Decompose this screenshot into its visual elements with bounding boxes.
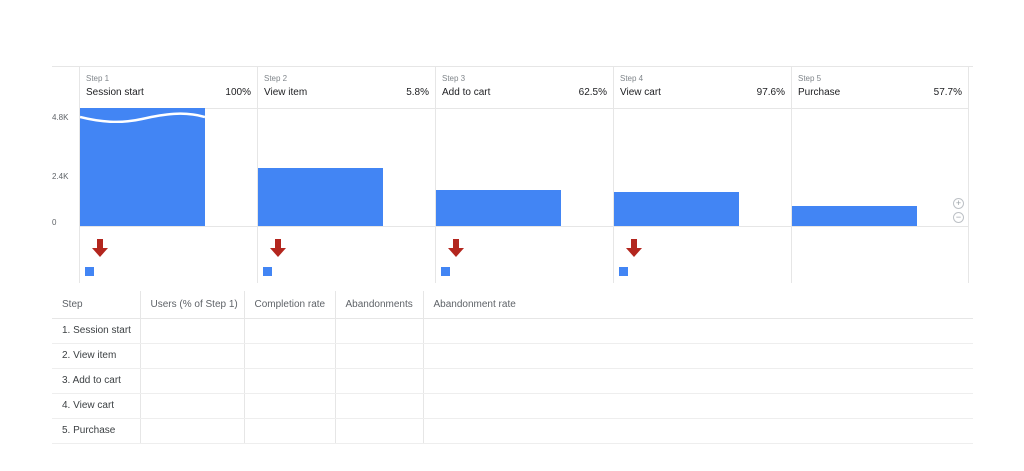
column-header[interactable]: Abandonment rate (422, 291, 973, 319)
step-plot (258, 109, 435, 227)
table-row[interactable]: 1. Session start (52, 318, 973, 344)
y-tick-label: 4.8K (52, 113, 69, 122)
step-header: Step 1 Session start 100% (80, 67, 257, 109)
step-rate: 57.7% (933, 87, 962, 98)
drop-off-area (436, 227, 613, 283)
step-rate: 100% (225, 87, 251, 98)
step-cell: 4. View cart (52, 393, 140, 419)
funnel-step-5[interactable]: Step 5 Purchase 57.7% (791, 67, 969, 283)
funnel-step-2[interactable]: Step 2 View item 5.8% (257, 67, 435, 283)
legend-swatch (441, 267, 450, 276)
step-cell: 2. View item (52, 343, 140, 369)
step-plot (80, 108, 257, 227)
step-rate: 5.8% (406, 87, 429, 98)
step-header: Step 4 View cart 97.6% (614, 67, 791, 109)
step-rate: 97.6% (756, 87, 785, 98)
step-name: Add to cart (442, 87, 491, 98)
drop-off-arrow-icon[interactable] (626, 239, 642, 257)
step-name: View item (264, 87, 308, 98)
drop-off-area (258, 227, 435, 283)
y-axis: 4.8K 2.4K 0 (52, 67, 79, 283)
funnel-table: Step Users (% of Step 1) Completion rate… (52, 291, 973, 444)
funnel-step-3[interactable]: Step 3 Add to cart 62.5% (435, 67, 613, 283)
column-header[interactable]: Abandonments (334, 291, 423, 319)
step-number: Step 3 (442, 74, 466, 83)
step-cell: 5. Purchase (52, 418, 140, 444)
step-number: Step 5 (798, 74, 822, 83)
drop-off-arrow-icon[interactable] (92, 239, 108, 257)
y-tick-label: 0 (52, 218, 57, 227)
column-header[interactable]: Step (52, 291, 140, 319)
drop-off-arrow-icon[interactable] (270, 239, 286, 257)
funnel-bar[interactable] (258, 168, 383, 226)
drop-off-arrow-icon[interactable] (448, 239, 464, 257)
y-tick-label: 2.4K (52, 172, 69, 181)
step-plot (436, 109, 613, 227)
step-name: View cart (620, 87, 661, 98)
legend-swatch (263, 267, 272, 276)
step-rate: 62.5% (578, 87, 607, 98)
step-name: Session start (86, 87, 144, 98)
axis-break-wave-icon (80, 112, 205, 123)
drop-off-area (80, 227, 257, 283)
step-header: Step 2 View item 5.8% (258, 67, 435, 109)
legend-swatch (85, 267, 94, 276)
table-row[interactable]: 3. Add to cart (52, 368, 973, 394)
table-header-row: Step Users (% of Step 1) Completion rate… (52, 291, 973, 319)
drop-off-area (792, 227, 968, 283)
step-number: Step 1 (86, 74, 110, 83)
step-cell: 1. Session start (52, 318, 140, 344)
step-number: Step 2 (264, 74, 288, 83)
funnel-chart: 4.8K 2.4K 0 Step 1 Session start 100% St… (52, 66, 973, 283)
step-plot (792, 109, 968, 227)
zoom-in-icon[interactable]: + (953, 198, 964, 209)
legend-swatch (619, 267, 628, 276)
table-row[interactable]: 4. View cart (52, 393, 973, 419)
zoom-out-icon[interactable]: − (953, 212, 964, 223)
column-header[interactable]: Users (% of Step 1) (139, 291, 244, 319)
drop-off-area (614, 227, 791, 283)
step-number: Step 4 (620, 74, 644, 83)
funnel-step-1[interactable]: Step 1 Session start 100% (79, 67, 257, 283)
step-plot (614, 109, 791, 227)
step-header: Step 3 Add to cart 62.5% (436, 67, 613, 109)
step-cell: 3. Add to cart (52, 368, 140, 394)
column-header[interactable]: Completion rate (243, 291, 335, 319)
table-row[interactable]: 2. View item (52, 343, 973, 369)
funnel-bar[interactable] (80, 108, 205, 226)
step-header: Step 5 Purchase 57.7% (792, 67, 968, 109)
funnel-bar[interactable] (792, 206, 917, 226)
funnel-bar[interactable] (436, 190, 561, 226)
funnel-step-4[interactable]: Step 4 View cart 97.6% (613, 67, 791, 283)
funnel-bar[interactable] (614, 191, 739, 226)
table-row[interactable]: 5. Purchase (52, 418, 973, 444)
step-name: Purchase (798, 87, 841, 98)
